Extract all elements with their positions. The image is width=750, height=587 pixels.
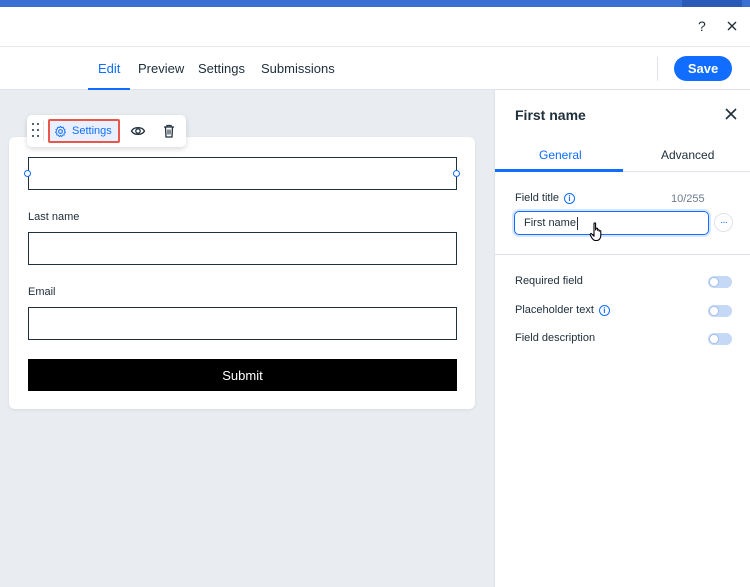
gear-icon <box>55 125 66 137</box>
top-strip <box>0 0 750 7</box>
settings-label: Settings <box>72 125 112 137</box>
last-name-input[interactable] <box>28 232 457 265</box>
panel-title: First name <box>515 107 586 123</box>
field-title-value: First name <box>524 217 576 229</box>
field-description-label: Field description <box>515 332 595 344</box>
close-icon[interactable] <box>725 108 737 120</box>
placeholder-text-text: Placeholder text <box>515 304 594 316</box>
tab-edit[interactable]: Edit <box>87 61 132 91</box>
info-icon[interactable]: i <box>598 304 610 316</box>
top-strip-accent <box>682 0 742 7</box>
field-title-label: Field title <box>515 192 560 204</box>
last-name-label: Last name <box>28 211 80 223</box>
required-field-label: Required field <box>515 275 583 287</box>
placeholder-text-toggle[interactable] <box>708 305 732 317</box>
text-caret <box>576 216 578 230</box>
field-description-toggle[interactable] <box>708 333 732 345</box>
info-icon[interactable]: i <box>564 192 576 204</box>
eye-icon[interactable] <box>130 123 146 139</box>
email-input[interactable] <box>28 307 457 340</box>
close-icon[interactable] <box>727 21 737 31</box>
window-titlebar: ? <box>0 7 750 47</box>
drag-handle-icon[interactable] <box>32 123 40 139</box>
required-field-text: Required field <box>515 275 583 287</box>
top-nav: Edit Preview Settings Submissions <box>0 47 750 91</box>
more-options-button[interactable]: ··· <box>714 213 733 232</box>
resize-handle-left[interactable] <box>24 170 31 177</box>
element-toolbar: Settings <box>27 115 186 147</box>
tab-general[interactable]: General <box>539 148 582 162</box>
save-button[interactable]: Save <box>674 56 732 81</box>
required-field-toggle[interactable] <box>708 276 732 288</box>
field-title-input[interactable]: First name <box>514 211 709 235</box>
first-name-input[interactable] <box>28 157 457 190</box>
placeholder-text-label: Placeholder text i <box>515 304 610 316</box>
active-tab-indicator <box>495 169 623 172</box>
field-description-text: Field description <box>515 332 596 344</box>
nav-divider <box>657 57 658 81</box>
settings-button[interactable]: Settings <box>48 119 120 143</box>
hand-cursor-icon <box>589 222 602 242</box>
section-divider <box>495 254 750 255</box>
resize-handle-right[interactable] <box>453 170 460 177</box>
question-mark-icon[interactable]: ? <box>698 18 706 34</box>
submit-button[interactable]: Submit <box>28 359 457 391</box>
field-settings-panel: First name General Advanced Field title … <box>494 90 750 587</box>
trash-icon[interactable] <box>161 123 177 139</box>
character-counter: 10/255 <box>671 193 705 205</box>
field-title-label-row: Field title i <box>515 192 576 204</box>
tab-advanced[interactable]: Advanced <box>661 148 714 162</box>
tab-settings[interactable]: Settings <box>198 61 245 76</box>
toolbar-divider <box>43 121 44 141</box>
tab-submissions[interactable]: Submissions <box>261 61 335 76</box>
tab-preview[interactable]: Preview <box>138 61 184 76</box>
email-label: Email <box>28 286 56 298</box>
